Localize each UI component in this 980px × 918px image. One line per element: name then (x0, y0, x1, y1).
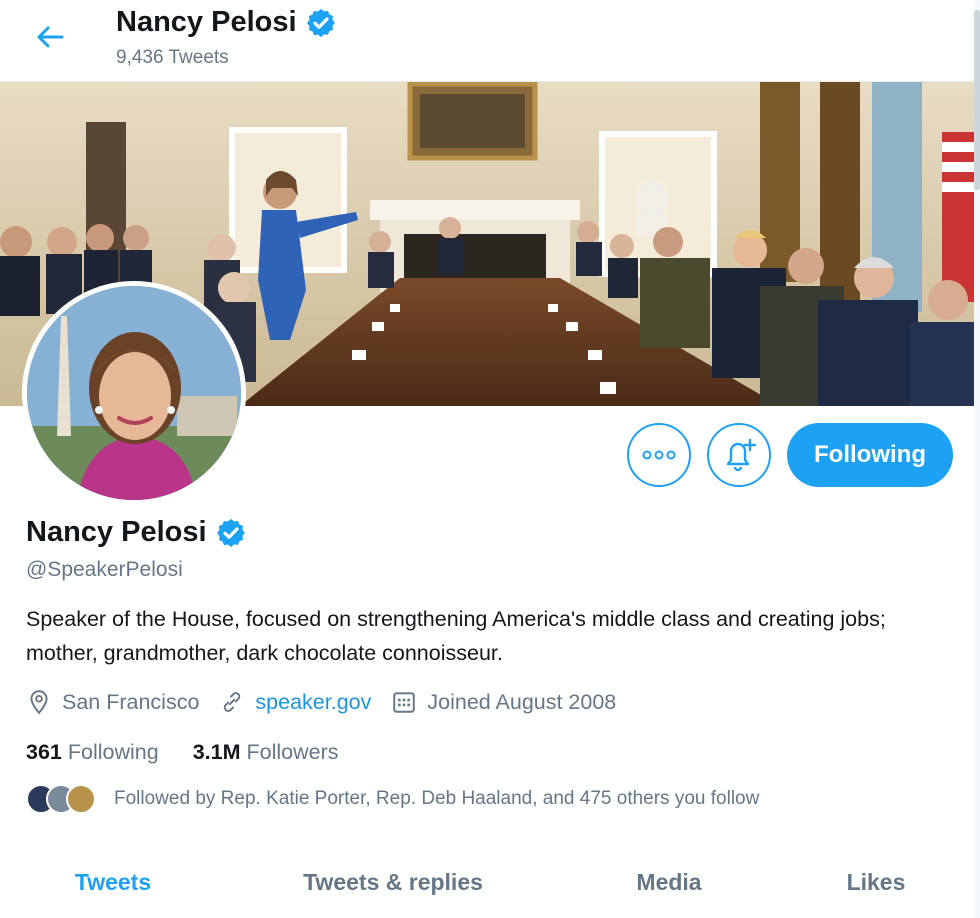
verified-badge-icon (216, 518, 245, 547)
followed-by-text: Followed by Rep. Katie Porter, Rep. Deb … (114, 788, 760, 809)
back-button[interactable] (30, 20, 70, 54)
tab-tweets[interactable]: Tweets (0, 852, 226, 912)
more-options-button[interactable] (627, 423, 691, 487)
following-button[interactable]: Following (787, 423, 953, 487)
tab-tweets-replies[interactable]: Tweets & replies (226, 852, 560, 912)
followed-by-summary[interactable]: Followed by Rep. Katie Porter, Rep. Deb … (26, 783, 759, 815)
follower-avatars (26, 784, 96, 814)
profile-avatar[interactable] (22, 281, 246, 505)
profile-tabs: Tweets Tweets & replies Media Likes (0, 852, 974, 918)
calendar-icon (393, 692, 416, 713)
followers-count-link[interactable]: 3.1M Followers (193, 740, 339, 765)
following-count-link[interactable]: 361 Following (26, 740, 159, 765)
following-count: 361 (26, 739, 62, 764)
profile-handle: @SpeakerPelosi (26, 558, 183, 581)
bell-plus-icon (726, 438, 757, 472)
tab-media[interactable]: Media (560, 852, 778, 912)
join-date: Joined August 2008 (391, 689, 616, 715)
more-dots-icon (642, 450, 676, 460)
verified-badge-icon (306, 8, 335, 37)
scrollbar[interactable] (974, 0, 980, 918)
join-date-text: Joined August 2008 (427, 689, 617, 714)
notifications-button[interactable] (707, 423, 771, 487)
profile-name: Nancy Pelosi (26, 516, 247, 549)
location: San Francisco (26, 689, 199, 715)
tab-likes[interactable]: Likes (778, 852, 974, 912)
website: speaker.gov (219, 689, 371, 715)
followers-count: 3.1M (192, 739, 241, 764)
profile-name-text: Nancy Pelosi (26, 516, 207, 548)
link-icon (224, 692, 241, 712)
following-label: Following (67, 739, 159, 764)
location-pin-icon (30, 690, 48, 715)
avatar (66, 784, 96, 814)
profile-header-bar: Nancy Pelosi 9,436 Tweets (0, 0, 980, 82)
profile-stats: 361 Following 3.1M Followers (26, 735, 373, 769)
scrollbar-thumb[interactable] (974, 10, 980, 190)
tweet-count: 9,436 Tweets (116, 47, 229, 68)
location-text: San Francisco (62, 689, 200, 714)
arrow-left-icon (37, 26, 64, 48)
followers-label: Followers (246, 739, 339, 764)
header-name: Nancy Pelosi (116, 6, 337, 39)
website-link[interactable]: speaker.gov (255, 690, 371, 715)
header-name-text: Nancy Pelosi (116, 6, 297, 38)
profile-bio: Speaker of the House, focused on strengt… (26, 607, 886, 665)
profile-meta: San Francisco speaker.gov Joined August … (26, 685, 636, 719)
